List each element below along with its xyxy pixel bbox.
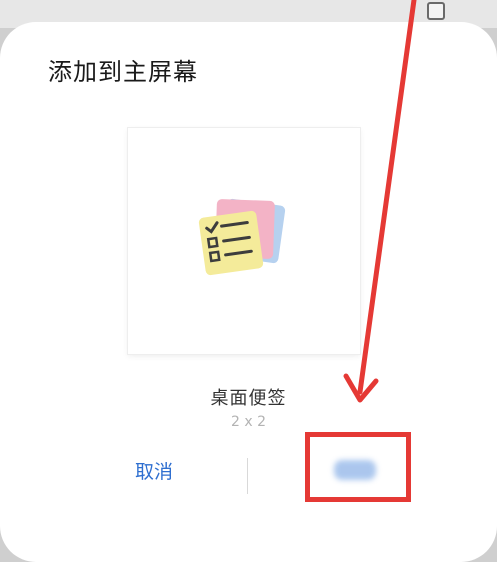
button-divider (247, 458, 248, 494)
dialog-title: 添加到主屏幕 (48, 58, 198, 86)
widget-preview-card (128, 128, 360, 354)
widget-name: 桌面便签 (210, 388, 287, 409)
sticky-notes-icon (198, 198, 286, 276)
widget-size: 2 x 2 (231, 414, 266, 430)
cancel-button[interactable]: 取消 (84, 446, 224, 494)
annotation-highlight-box (305, 432, 411, 502)
add-to-home-dialog: 添加到主屏幕 桌面便签 2 x 2 取消 (0, 22, 497, 562)
background-checkbox-icon (427, 2, 445, 20)
